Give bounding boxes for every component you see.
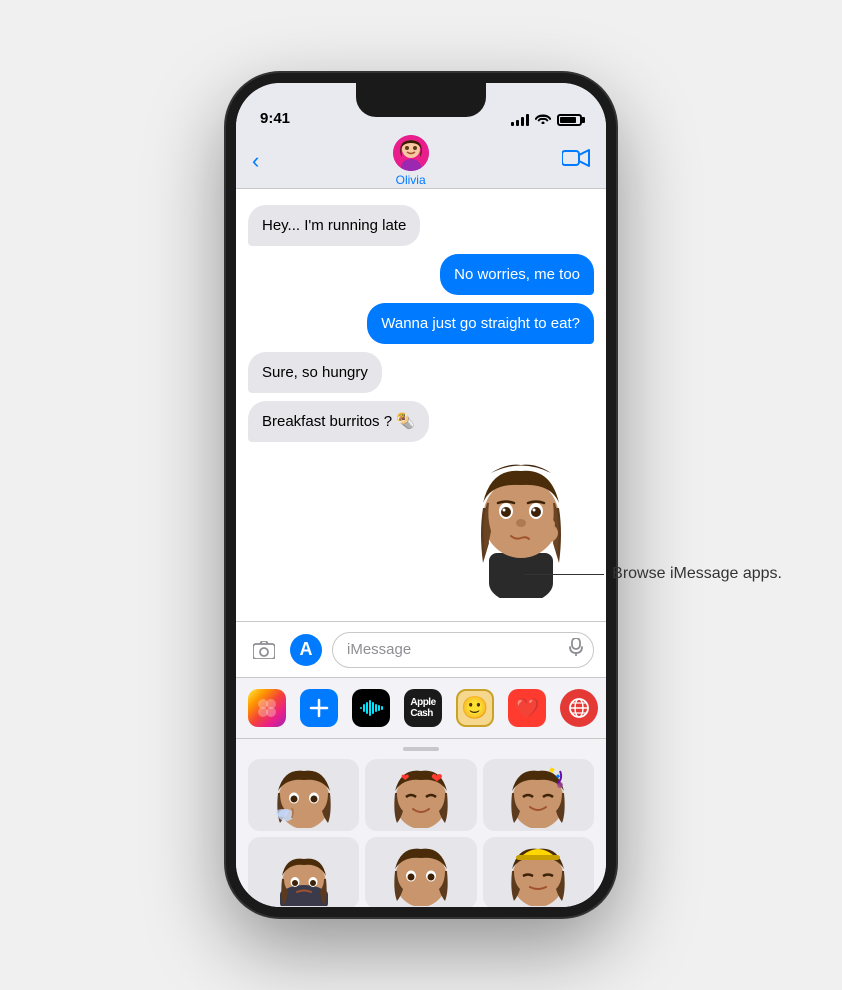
sticker-cell[interactable]: ❤ ❤ (365, 759, 476, 831)
contact-header[interactable]: Olivia (393, 135, 429, 187)
annotation: Browse iMessage apps. (524, 565, 782, 583)
tray-stickers-button[interactable]: ❤️ (508, 689, 546, 727)
tray-memoji-button[interactable]: 🙂 (456, 689, 494, 727)
signal-icon (511, 114, 529, 126)
nav-bar: ‹ Olivia (236, 133, 606, 189)
tray-photos-button[interactable] (248, 689, 286, 727)
annotation-line (524, 574, 604, 575)
contact-name: Olivia (396, 173, 426, 187)
apps-button[interactable]: A (290, 634, 322, 666)
sticker-panel: ❤ ❤ (236, 739, 606, 907)
message-bubble[interactable]: Breakfast burritos ? 🌯 (248, 401, 429, 442)
message-bubble[interactable]: Sure, so hungry (248, 352, 382, 393)
tray-browse-button[interactable] (560, 689, 598, 727)
tray-cash-button[interactable]: AppleCash (404, 689, 442, 727)
message-bubble[interactable]: Hey... I'm running late (248, 205, 420, 246)
notch (356, 83, 486, 117)
tray-appstore-button[interactable] (300, 689, 338, 727)
wifi-icon (535, 112, 551, 127)
input-bar: A iMessage (236, 621, 606, 677)
battery-icon (557, 114, 582, 126)
app-tray: AppleCash 🙂 ❤️ (236, 677, 606, 739)
sticker-grid: ❤ ❤ (244, 759, 598, 909)
tray-soundwave-button[interactable] (352, 689, 390, 727)
svg-text:❤: ❤ (431, 770, 443, 786)
back-button[interactable]: ‹ (252, 148, 259, 174)
sticker-cell[interactable] (248, 837, 359, 909)
phone-frame: 9:41 ‹ (226, 73, 616, 917)
camera-button[interactable] (248, 634, 280, 666)
panel-handle (403, 747, 439, 751)
message-input[interactable]: iMessage (332, 632, 594, 668)
message-bubble[interactable]: No worries, me too (440, 254, 594, 295)
annotation-text: Browse iMessage apps. (612, 565, 782, 583)
avatar (393, 135, 429, 171)
sticker-cell[interactable] (483, 759, 594, 831)
sticker-cell[interactable] (248, 759, 359, 831)
messages-area: Hey... I'm running late No worries, me t… (236, 189, 606, 627)
svg-text:❤: ❤ (401, 773, 409, 784)
video-call-button[interactable] (562, 148, 590, 174)
sticker-cell[interactable] (365, 837, 476, 909)
message-bubble[interactable]: Wanna just go straight to eat? (367, 303, 594, 344)
status-icons (511, 112, 582, 127)
sticker-cell[interactable] (483, 837, 594, 909)
status-time: 9:41 (260, 110, 290, 127)
mic-icon[interactable] (569, 638, 583, 661)
